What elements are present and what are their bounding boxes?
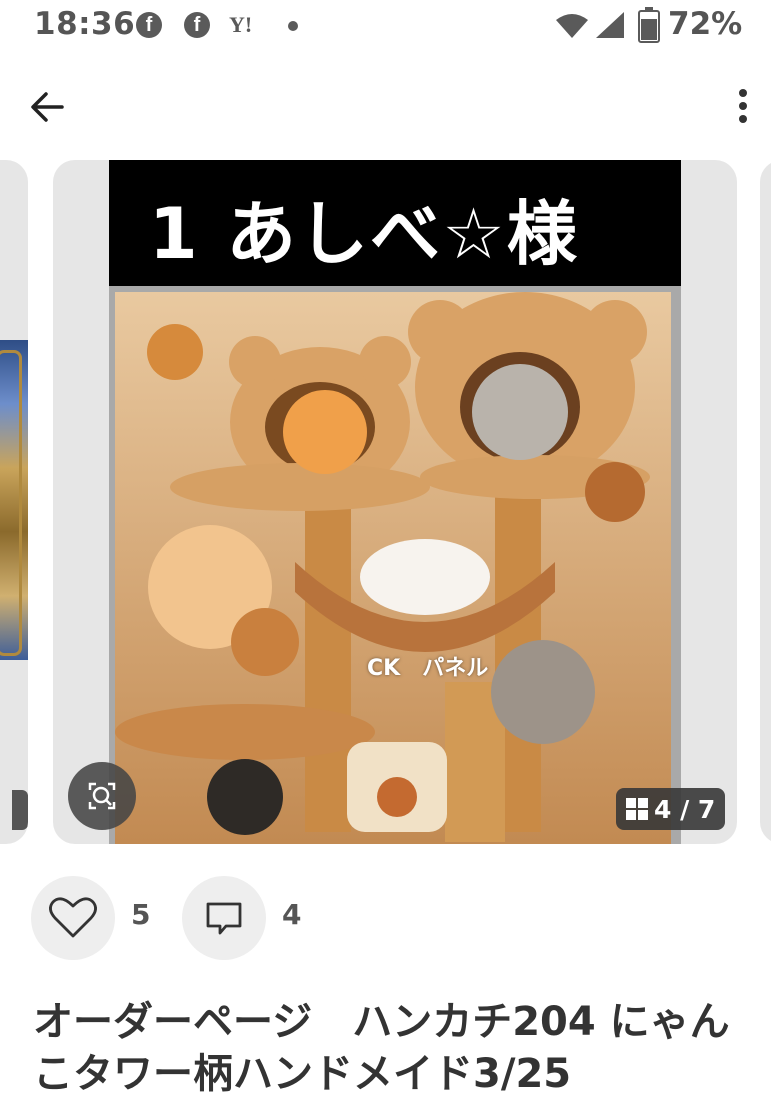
battery-percent: 72%	[668, 6, 743, 42]
previous-image-counter	[12, 790, 28, 830]
heart-icon	[49, 897, 97, 938]
image-counter-text: 4 / 7	[654, 794, 716, 824]
previous-image-frame	[0, 350, 22, 656]
wifi-icon	[556, 14, 588, 38]
like-count: 5	[131, 898, 151, 931]
image-watermark: CK パネル	[367, 656, 489, 681]
status-time: 18:36	[34, 6, 136, 42]
back-button[interactable]	[24, 84, 70, 130]
status-bar: 18:36 f f Y! 72%	[0, 0, 771, 52]
cat-tower-illustration	[115, 292, 671, 844]
listing-photo[interactable]: 1 あしべ☆様 CK パネル	[109, 160, 681, 844]
more-vertical-icon	[739, 89, 747, 123]
arrow-left-icon	[31, 92, 64, 122]
yahoo-icon: Y!	[229, 12, 253, 37]
current-image-card[interactable]: 1 あしべ☆様 CK パネル 4 / 7	[53, 160, 737, 844]
zoom-button[interactable]	[68, 762, 136, 830]
comment-button[interactable]	[182, 876, 266, 960]
comment-count: 4	[282, 898, 302, 931]
facebook-icon: f	[136, 12, 162, 38]
photo-banner: 1 あしべ☆様	[109, 160, 681, 286]
gallery-grid-icon	[626, 798, 648, 820]
more-options-button[interactable]	[728, 86, 758, 130]
previous-image-card[interactable]	[0, 160, 28, 844]
image-carousel[interactable]: 1 あしべ☆様 CK パネル 4 / 7	[0, 160, 771, 844]
item-title: オーダーページ ハンカチ204 にゃんこタワー柄ハンドメイド3/25	[33, 999, 730, 1097]
battery-icon	[638, 7, 660, 43]
like-button[interactable]	[31, 876, 115, 960]
facebook-icon: f	[184, 12, 210, 38]
dot-icon	[288, 21, 298, 31]
comment-icon	[206, 902, 242, 935]
signal-icon	[596, 12, 624, 38]
zoom-search-icon	[88, 782, 116, 810]
image-counter: 4 / 7	[616, 788, 726, 830]
next-image-card[interactable]	[760, 160, 771, 844]
banner-text: 1 あしべ☆様	[149, 193, 579, 275]
